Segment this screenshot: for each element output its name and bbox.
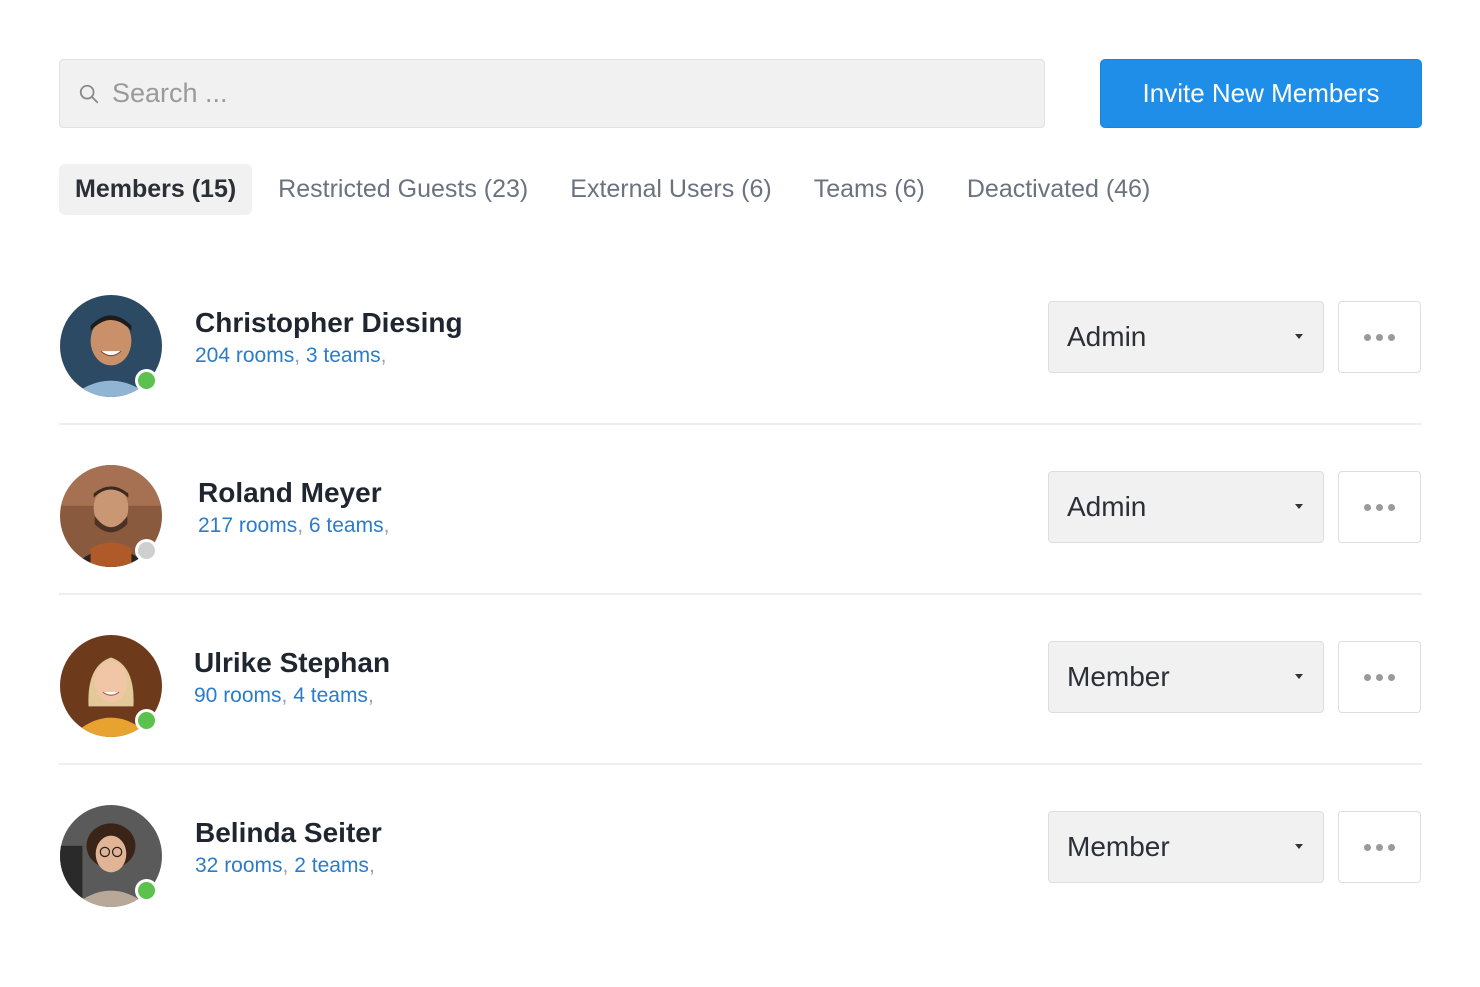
- more-options-button[interactable]: [1338, 301, 1421, 373]
- separator: ,: [383, 514, 390, 537]
- member-row: Christopher Diesing 204 rooms, 3 teams, …: [59, 255, 1422, 425]
- member-row: Roland Meyer 217 rooms, 6 teams, Admin: [59, 425, 1422, 595]
- ellipsis-icon: [1364, 843, 1395, 851]
- member-info: Belinda Seiter 32 rooms, 2 teams,: [195, 815, 382, 881]
- rooms-link[interactable]: 32 rooms: [195, 854, 283, 877]
- caret-down-icon: [1295, 504, 1303, 509]
- rooms-link[interactable]: 217 rooms: [198, 514, 297, 537]
- separator: ,: [282, 854, 289, 877]
- teams-link[interactable]: 2 teams: [294, 854, 369, 877]
- member-name: Ulrike Stephan: [194, 647, 391, 678]
- presence-indicator: [135, 709, 158, 732]
- toolbar: Invite New Members: [59, 59, 1422, 128]
- role-dropdown[interactable]: Admin: [1048, 301, 1324, 373]
- separator: ,: [380, 344, 387, 367]
- avatar[interactable]: [60, 295, 162, 397]
- more-options-button[interactable]: [1338, 471, 1421, 543]
- avatar[interactable]: [60, 805, 162, 907]
- avatar[interactable]: [60, 635, 162, 737]
- tab-deactivated[interactable]: Deactivated (46): [951, 164, 1166, 215]
- separator: ,: [297, 514, 304, 537]
- member-name: Christopher Diesing: [195, 307, 463, 338]
- separator: ,: [368, 854, 375, 877]
- member-name: Belinda Seiter: [195, 817, 382, 848]
- search-icon: [79, 84, 99, 103]
- rooms-link[interactable]: 204 rooms: [195, 344, 294, 367]
- member-row: Belinda Seiter 32 rooms, 2 teams, Member: [59, 765, 1422, 935]
- member-list: Christopher Diesing 204 rooms, 3 teams, …: [59, 255, 1422, 935]
- role-dropdown[interactable]: Admin: [1048, 471, 1324, 543]
- member-name: Roland Meyer: [198, 477, 382, 508]
- role-value: Member: [1067, 661, 1170, 692]
- tab-external-users[interactable]: External Users (6): [554, 164, 787, 215]
- ellipsis-icon: [1364, 673, 1395, 681]
- avatar[interactable]: [60, 465, 162, 567]
- separator: ,: [281, 684, 288, 707]
- teams-link[interactable]: 3 teams: [306, 344, 381, 367]
- caret-down-icon: [1295, 844, 1303, 849]
- search-input[interactable]: [112, 63, 1012, 124]
- member-meta: 90 rooms, 4 teams,: [194, 681, 390, 711]
- search-box[interactable]: [59, 59, 1045, 128]
- member-meta: 217 rooms, 6 teams,: [198, 511, 389, 541]
- member-info: Christopher Diesing 204 rooms, 3 teams,: [195, 305, 463, 371]
- presence-indicator: [135, 879, 158, 902]
- role-dropdown[interactable]: Member: [1048, 811, 1324, 883]
- separator: ,: [294, 344, 301, 367]
- member-info: Roland Meyer 217 rooms, 6 teams,: [198, 475, 389, 541]
- member-meta: 204 rooms, 3 teams,: [195, 341, 463, 371]
- more-options-button[interactable]: [1338, 641, 1421, 713]
- teams-link[interactable]: 6 teams: [309, 514, 384, 537]
- member-info: Ulrike Stephan 90 rooms, 4 teams,: [194, 645, 390, 711]
- caret-down-icon: [1295, 674, 1303, 679]
- tab-teams[interactable]: Teams (6): [798, 164, 941, 215]
- caret-down-icon: [1295, 334, 1303, 339]
- member-row: Ulrike Stephan 90 rooms, 4 teams, Member: [59, 595, 1422, 765]
- separator: ,: [367, 684, 374, 707]
- teams-link[interactable]: 4 teams: [293, 684, 368, 707]
- presence-indicator: [135, 539, 158, 562]
- ellipsis-icon: [1364, 333, 1395, 341]
- ellipsis-icon: [1364, 503, 1395, 511]
- invite-new-members-button[interactable]: Invite New Members: [1100, 59, 1422, 128]
- role-value: Admin: [1067, 491, 1147, 522]
- rooms-link[interactable]: 90 rooms: [194, 684, 282, 707]
- presence-indicator: [135, 369, 158, 392]
- role-value: Member: [1067, 831, 1170, 862]
- tab-members[interactable]: Members (15): [59, 164, 253, 215]
- role-value: Admin: [1067, 321, 1147, 352]
- more-options-button[interactable]: [1338, 811, 1421, 883]
- tab-bar: Members (15) Restricted Guests (23) Exte…: [59, 164, 1176, 215]
- role-dropdown[interactable]: Member: [1048, 641, 1324, 713]
- member-meta: 32 rooms, 2 teams,: [195, 851, 382, 881]
- tab-restricted-guests[interactable]: Restricted Guests (23): [262, 164, 544, 215]
